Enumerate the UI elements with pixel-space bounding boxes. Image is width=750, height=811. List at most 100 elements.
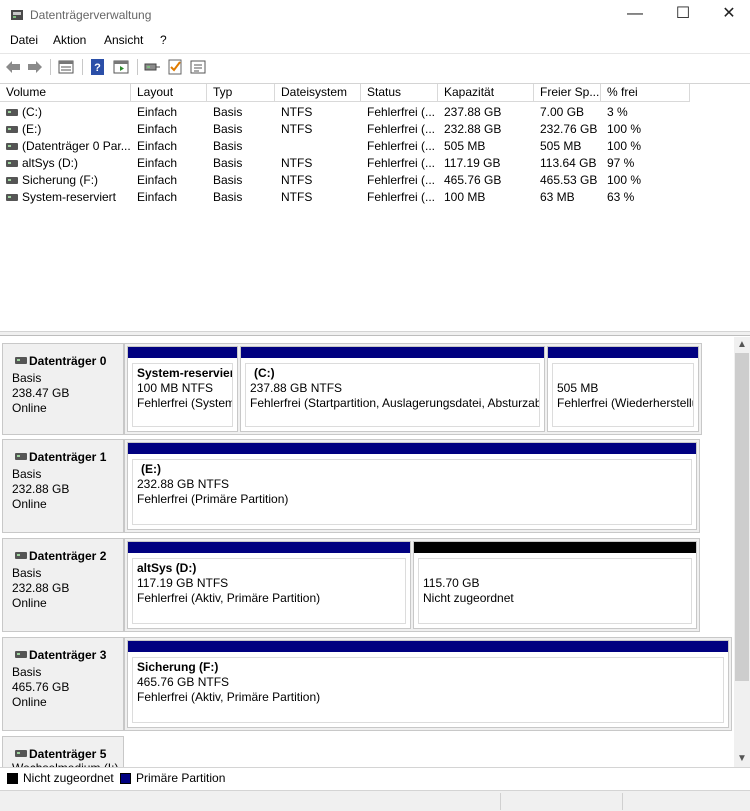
partition-c[interactable]: (C:) 237.88 GB NTFS Fehlerfrei (Startpar…	[240, 346, 545, 432]
partition-size: 100 MB NTFS	[137, 381, 214, 395]
back-arrow-icon[interactable]	[4, 58, 22, 76]
partition-bar	[548, 347, 698, 358]
drive-icon	[6, 143, 18, 150]
table-row[interactable]: System-reserviert Einfach Basis NTFS Feh…	[0, 189, 750, 206]
partition-d[interactable]: altSys (D:) 117.19 GB NTFS Fehlerfrei (A…	[127, 541, 411, 629]
table-row[interactable]: Sicherung (F:) Einfach Basis NTFS Fehler…	[0, 172, 750, 189]
typ-cell: Basis	[213, 105, 243, 119]
disk-icon	[15, 651, 27, 658]
console-icon[interactable]	[112, 58, 130, 76]
partition-body: 505 MB Fehlerfrei (Wiederherstellu	[552, 363, 694, 427]
partition-bar	[414, 542, 696, 553]
list-view-icon[interactable]	[57, 58, 75, 76]
scroll-up-arrow-icon[interactable]: ▲	[734, 337, 750, 353]
kapazitaet-cell: 465.76 GB	[444, 173, 502, 187]
scroll-down-arrow-icon[interactable]: ▼	[734, 751, 750, 767]
title-bar: Datenträgerverwaltung — ☐ ✕	[0, 0, 750, 30]
status-cell: Fehlerfrei (...	[367, 139, 436, 153]
layout-cell: Einfach	[137, 122, 178, 136]
menu-help[interactable]: ?	[160, 33, 167, 47]
help-icon[interactable]: ?	[89, 58, 107, 76]
drive-icon	[6, 126, 18, 133]
maximize-button[interactable]: ☐	[660, 0, 706, 30]
drive-icon	[6, 109, 18, 116]
partition-f[interactable]: Sicherung (F:) 465.76 GB NTFS Fehlerfrei…	[127, 640, 729, 728]
disk-graphical-view: Datenträger 0 Basis 238.47 GB Online Sys…	[0, 337, 734, 767]
menu-bar: Datei Aktion Ansicht ?	[0, 30, 750, 52]
column-header-kapazitaet[interactable]: Kapazität	[438, 84, 534, 102]
drive-icon	[6, 160, 18, 167]
column-header-layout[interactable]: Layout	[131, 84, 207, 102]
column-header-status[interactable]: Status	[361, 84, 438, 102]
partition-body: (C:) 237.88 GB NTFS Fehlerfrei (Startpar…	[245, 363, 540, 427]
partition-size: 115.70 GB	[423, 576, 480, 590]
prozent-frei-cell: 100 %	[607, 139, 642, 153]
partition-recovery[interactable]: 505 MB Fehlerfrei (Wiederherstellu	[547, 346, 699, 432]
vertical-scrollbar[interactable]: ▲ ▼	[734, 337, 750, 767]
menu-datei[interactable]: Datei	[10, 33, 38, 47]
table-row[interactable]: (E:) Einfach Basis NTFS Fehlerfrei (... …	[0, 121, 750, 138]
table-row[interactable]: (C:) Einfach Basis NTFS Fehlerfrei (... …	[0, 104, 750, 121]
toolbar-separator	[137, 59, 138, 75]
legend: Nicht zugeordnet Primäre Partition	[0, 767, 750, 789]
status-cell: Fehlerfrei (...	[367, 190, 436, 204]
disk-type: Basis	[12, 467, 42, 481]
partition-bar	[241, 347, 544, 358]
legend-swatch-unallocated	[7, 773, 18, 784]
dateisystem-cell: NTFS	[281, 105, 313, 119]
partition-e[interactable]: (E:) 232.88 GB NTFS Fehlerfrei (Primäre …	[127, 442, 697, 530]
partition-name: (E:)	[141, 462, 161, 476]
disk-label[interactable]: Datenträger 0 Basis 238.47 GB Online	[2, 343, 124, 435]
table-row[interactable]: (Datenträger 0 Par... Einfach Basis Fehl…	[0, 138, 750, 155]
disk-label[interactable]: Datenträger 5 Wechselmedium (I:)	[2, 736, 124, 767]
partition-system-reserviert[interactable]: System-reservier 100 MB NTFS Fehlerfrei …	[127, 346, 238, 432]
partition-size: 465.76 GB NTFS	[137, 675, 230, 689]
partition-name: altSys (D:)	[137, 561, 197, 575]
prozent-frei-cell: 100 %	[607, 173, 642, 187]
disk-size: 465.76 GB	[12, 680, 70, 694]
kapazitaet-cell: 117.19 GB	[444, 156, 501, 170]
dateisystem-cell: NTFS	[281, 190, 313, 204]
layout-cell: Einfach	[137, 139, 178, 153]
typ-cell: Basis	[213, 190, 243, 204]
column-header-freier-speicher[interactable]: Freier Sp...	[534, 84, 601, 102]
partition-body: 115.70 GB Nicht zugeordnet	[418, 558, 692, 624]
typ-cell: Basis	[213, 139, 243, 153]
connect-icon[interactable]	[143, 58, 161, 76]
toolbar: ?	[0, 53, 750, 79]
volume-cell: (C:)	[22, 105, 42, 119]
column-header-volume[interactable]: Volume	[0, 84, 131, 102]
partition-status: Fehlerfrei (Wiederherstellu	[557, 396, 694, 410]
volume-cell: Sicherung (F:)	[22, 173, 99, 187]
partition-size: 232.88 GB NTFS	[137, 477, 230, 491]
menu-ansicht[interactable]: Ansicht	[104, 33, 143, 47]
layout-cell: Einfach	[137, 105, 178, 119]
disk-row: Datenträger 1 Basis 232.88 GB Online (E:…	[0, 439, 734, 533]
disk-label[interactable]: Datenträger 2 Basis 232.88 GB Online	[2, 538, 124, 632]
table-row[interactable]: altSys (D:) Einfach Basis NTFS Fehlerfre…	[0, 155, 750, 172]
pane-splitter[interactable]	[0, 331, 750, 336]
close-button[interactable]: ✕	[706, 0, 750, 30]
column-header-typ[interactable]: Typ	[207, 84, 275, 102]
partition-bar	[128, 443, 696, 454]
disk-label[interactable]: Datenträger 3 Basis 465.76 GB Online	[2, 637, 124, 731]
partition-unallocated[interactable]: 115.70 GB Nicht zugeordnet	[413, 541, 697, 629]
column-header-dateisystem[interactable]: Dateisystem	[275, 84, 361, 102]
minimize-button[interactable]: —	[612, 0, 658, 30]
partition-frame: altSys (D:) 117.19 GB NTFS Fehlerfrei (A…	[124, 538, 700, 632]
menu-aktion[interactable]: Aktion	[53, 33, 86, 47]
freier-speicher-cell: 465.53 GB	[540, 173, 598, 187]
check-icon[interactable]	[166, 58, 184, 76]
forward-arrow-icon[interactable]	[26, 58, 44, 76]
properties-icon[interactable]	[189, 58, 207, 76]
layout-cell: Einfach	[137, 156, 178, 170]
partition-status: Nicht zugeordnet	[423, 591, 514, 605]
scrollbar-thumb[interactable]	[735, 353, 749, 681]
window-title: Datenträgerverwaltung	[30, 8, 152, 22]
disk-name: Datenträger 2	[29, 549, 107, 563]
column-header-prozent-frei[interactable]: % frei	[601, 84, 690, 102]
status-bar-segment	[622, 793, 623, 810]
typ-cell: Basis	[213, 173, 243, 187]
disk-label[interactable]: Datenträger 1 Basis 232.88 GB Online	[2, 439, 124, 533]
disk-name: Datenträger 1	[29, 450, 107, 464]
